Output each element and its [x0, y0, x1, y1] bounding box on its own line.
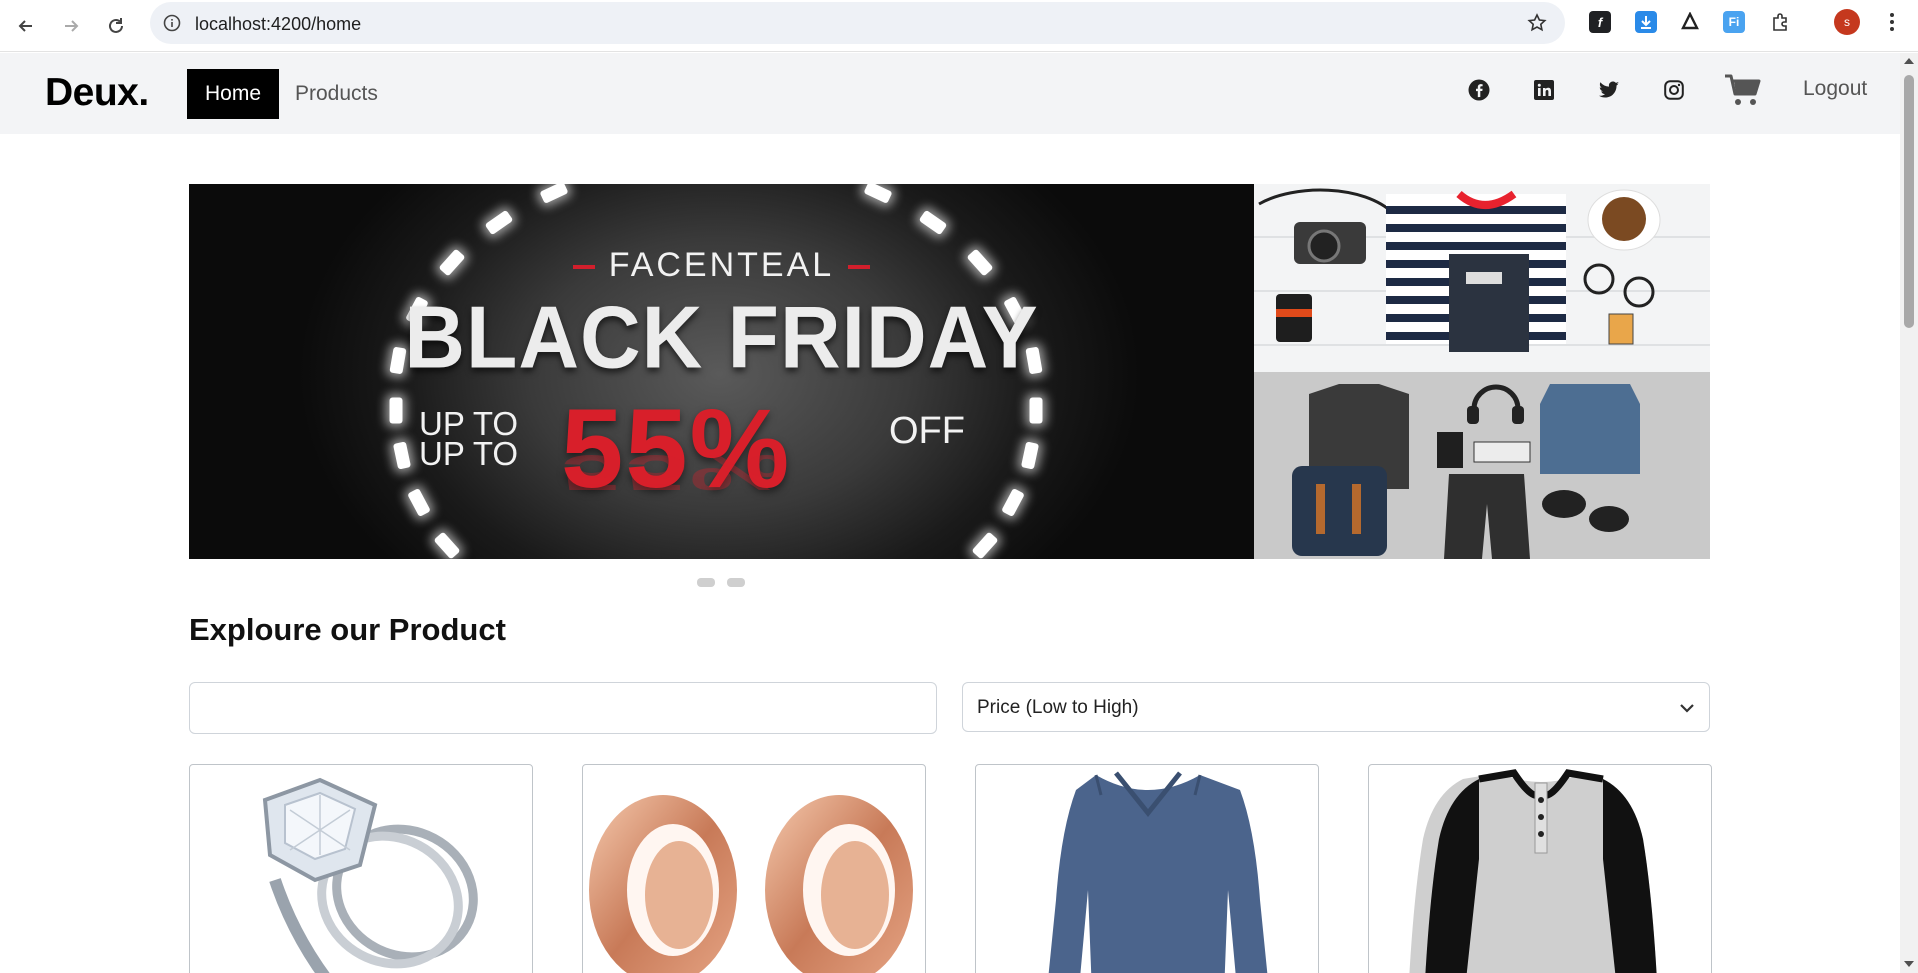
blue-v-neck-longsleeve-image: [1048, 771, 1268, 973]
browser-toolbar: localhost:4200/home f Fi s: [0, 0, 1918, 52]
carousel-indicator-2[interactable]: [727, 578, 745, 587]
section-title: Exploure our Product: [189, 612, 506, 647]
forward-button[interactable]: [53, 8, 89, 44]
hero-carousel[interactable]: FACENTEAL BLACK FRIDAY UP TO UP TO 55% 55…: [189, 184, 1710, 559]
font-extension-icon[interactable]: Fi: [1723, 11, 1745, 33]
nav-link-home[interactable]: Home: [187, 69, 279, 119]
back-button[interactable]: [8, 8, 44, 44]
brand-logo[interactable]: Deux.: [45, 71, 149, 115]
diamond-ring-image: [262, 777, 478, 973]
url-text[interactable]: localhost:4200/home: [195, 14, 361, 35]
sort-select[interactable]: Price (Low to High): [962, 682, 1710, 732]
scroll-down-arrow-icon[interactable]: [1904, 961, 1914, 967]
chevron-down-icon: [1680, 704, 1694, 713]
address-bar[interactable]: localhost:4200/home: [150, 2, 1565, 44]
raglan-henley-shirt-image: [1409, 769, 1657, 973]
product-card[interactable]: [975, 764, 1319, 973]
flatlay-photo: [1254, 184, 1710, 559]
carousel-indicators: [697, 578, 745, 587]
rose-gold-tunnels-image: [589, 795, 913, 973]
banner-headline: BLACK FRIDAY: [404, 287, 1039, 387]
banner-brand: FACENTEAL: [189, 246, 1254, 285]
profile-avatar[interactable]: s: [1834, 9, 1860, 35]
banner-upto: UP TO UP TO: [419, 405, 519, 472]
cart-icon[interactable]: [1724, 73, 1762, 107]
download-extension-icon[interactable]: [1635, 11, 1657, 33]
product-card[interactable]: [1368, 764, 1712, 973]
reload-icon: [109, 18, 123, 33]
carousel-indicator-1[interactable]: [697, 578, 715, 587]
site-navbar: Deux. Home Products Logout: [0, 53, 1900, 134]
bookmark-star-icon[interactable]: [1525, 11, 1549, 35]
facebook-icon[interactable]: [1466, 77, 1492, 103]
banner-percent-reflection: 55%: [561, 444, 792, 502]
instagram-icon[interactable]: [1661, 77, 1687, 103]
arrow-right-icon: [65, 20, 79, 32]
scroll-thumb[interactable]: [1904, 75, 1914, 328]
product-search-input[interactable]: [189, 682, 937, 734]
twitter-icon[interactable]: [1596, 77, 1622, 103]
scroll-up-arrow-icon[interactable]: [1904, 58, 1914, 64]
sort-selected-value: Price (Low to High): [977, 697, 1139, 718]
nav-link-products[interactable]: Products: [295, 82, 378, 106]
page-scrollbar[interactable]: [1900, 53, 1918, 973]
arrow-left-icon: [18, 20, 32, 32]
formula-extension-icon[interactable]: f: [1589, 11, 1611, 33]
black-friday-banner: FACENTEAL BLACK FRIDAY UP TO UP TO 55% 55…: [189, 184, 1254, 559]
logout-link[interactable]: Logout: [1803, 77, 1867, 101]
reload-button[interactable]: [98, 8, 134, 44]
product-card[interactable]: [582, 764, 926, 973]
angular-extension-icon[interactable]: [1679, 11, 1701, 33]
site-info-icon[interactable]: [160, 11, 184, 35]
linkedin-icon[interactable]: [1531, 77, 1557, 103]
banner-off: OFF: [889, 410, 965, 452]
puzzle-extension-icon[interactable]: [1769, 11, 1791, 33]
browser-menu-icon[interactable]: [1880, 8, 1904, 36]
product-card[interactable]: [189, 764, 533, 973]
